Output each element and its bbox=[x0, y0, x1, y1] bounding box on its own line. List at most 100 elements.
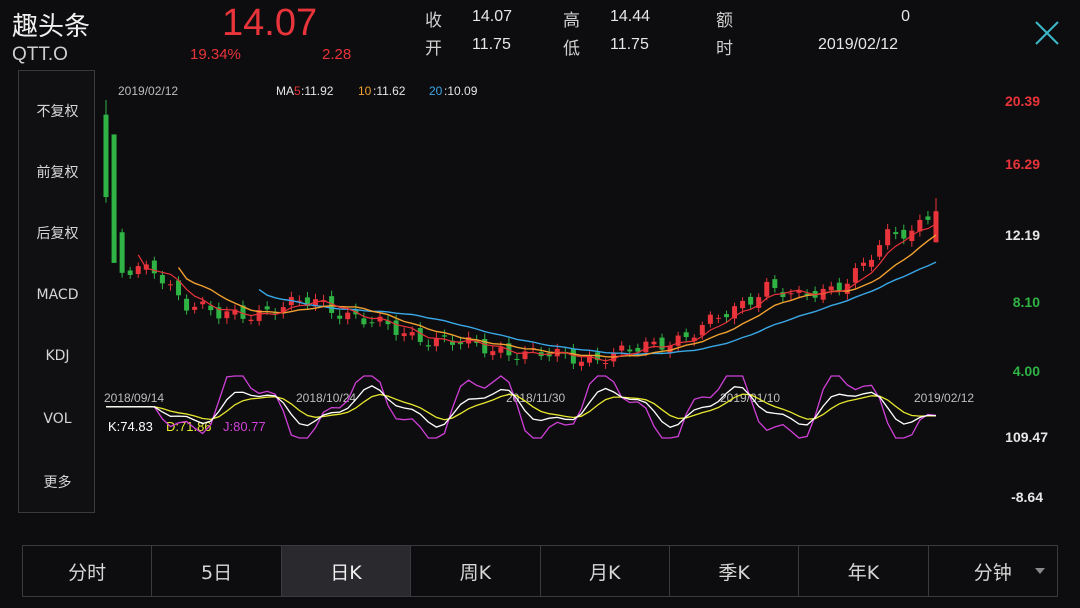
candle-body bbox=[393, 320, 399, 335]
candle-body bbox=[715, 317, 721, 319]
candle-body bbox=[151, 260, 157, 274]
candle-body bbox=[893, 232, 899, 235]
candle-body bbox=[901, 229, 907, 239]
candle-body bbox=[184, 298, 190, 311]
tab-yearly-k[interactable]: 年K bbox=[799, 546, 929, 596]
tab-intraday[interactable]: 分时 bbox=[23, 546, 153, 596]
candle-body bbox=[675, 335, 681, 346]
candle-body bbox=[159, 274, 165, 284]
candle-body bbox=[337, 315, 343, 319]
x-tick-2: 2018/10/24 bbox=[296, 391, 356, 405]
quote-value-high: 14.44 bbox=[610, 8, 651, 25]
y-tick-4: 8.10 bbox=[1013, 294, 1040, 310]
candle-body bbox=[127, 270, 133, 275]
candle-body bbox=[490, 351, 496, 356]
menu-item-more[interactable]: 更多 bbox=[19, 472, 96, 492]
candle-body bbox=[748, 296, 754, 305]
candle-body bbox=[224, 311, 230, 319]
candle-body bbox=[603, 362, 609, 365]
candle-body bbox=[885, 229, 891, 246]
candle-body bbox=[248, 319, 254, 322]
ma20-label: 20 bbox=[429, 84, 443, 98]
candle-body bbox=[417, 328, 423, 342]
candle-body bbox=[192, 306, 198, 310]
candle-body bbox=[925, 216, 931, 220]
candle-body bbox=[441, 335, 447, 337]
menu-item-vol[interactable]: VOL bbox=[19, 411, 96, 427]
kdj-min: -8.64 bbox=[1011, 489, 1043, 505]
kdj-j-label: J:80.77 bbox=[223, 419, 266, 434]
candle-body bbox=[764, 281, 770, 297]
candle-body bbox=[836, 282, 842, 291]
candle-body bbox=[200, 301, 206, 305]
kdj-max: 109.47 bbox=[1005, 429, 1048, 445]
candle-body bbox=[707, 314, 713, 324]
period-tabs: 分时 5日 日K 周K 月K 季K 年K 分钟 bbox=[22, 545, 1058, 597]
candle-body bbox=[788, 293, 794, 295]
candle-body bbox=[877, 245, 883, 257]
menu-item-backward-adjust[interactable]: 后复权 bbox=[19, 223, 96, 243]
candle-body bbox=[828, 286, 834, 291]
tab-5day[interactable]: 5日 bbox=[152, 546, 282, 596]
menu-item-kdj[interactable]: KDJ bbox=[19, 348, 96, 364]
candle-body bbox=[740, 300, 746, 309]
stock-name: 趣头条 bbox=[12, 12, 91, 42]
candle-body bbox=[111, 134, 117, 263]
change-amount: 2.28 bbox=[322, 46, 352, 63]
menu-item-no-adjust[interactable]: 不复权 bbox=[19, 101, 96, 121]
tab-monthly-k[interactable]: 月K bbox=[541, 546, 670, 596]
quote-label-close: 收 bbox=[425, 11, 442, 31]
change-percent: 19.34% bbox=[190, 46, 241, 63]
quote-label-amount: 额 bbox=[716, 11, 733, 31]
candle-body bbox=[635, 347, 641, 352]
stock-code: QTT.O bbox=[12, 44, 68, 65]
candle-body bbox=[619, 345, 625, 351]
menu-item-macd[interactable]: MACD bbox=[19, 287, 96, 303]
tab-minute[interactable]: 分钟 bbox=[929, 546, 1057, 596]
candle-body bbox=[683, 332, 689, 338]
candle-body bbox=[852, 268, 858, 283]
candle-body bbox=[361, 318, 367, 325]
candle-body bbox=[869, 259, 875, 267]
chart-date: 2019/02/12 bbox=[118, 84, 178, 98]
candle-body bbox=[433, 338, 439, 347]
quote-value-low: 11.75 bbox=[610, 36, 649, 53]
chevron-down-icon bbox=[1035, 568, 1045, 574]
candle-body bbox=[369, 322, 375, 324]
candle-body bbox=[933, 211, 939, 243]
candle-body bbox=[498, 347, 504, 353]
quote-label-high: 高 bbox=[563, 11, 580, 31]
kdj-k-label: K:74.83 bbox=[108, 419, 153, 434]
y-tick-2: 16.29 bbox=[1005, 156, 1040, 172]
y-tick-1: 20.39 bbox=[1005, 93, 1040, 109]
candle-body bbox=[425, 345, 431, 347]
menu-item-forward-adjust[interactable]: 前复权 bbox=[19, 162, 96, 182]
close-icon bbox=[1035, 21, 1059, 45]
tab-daily-k[interactable]: 日K bbox=[281, 546, 412, 596]
ma20-value: :10.09 bbox=[444, 84, 478, 98]
candle-body bbox=[167, 284, 173, 286]
candlestick-series bbox=[103, 100, 939, 371]
ma5-value: :11.92 bbox=[301, 84, 334, 98]
tab-quarterly-k[interactable]: 季K bbox=[670, 546, 800, 596]
kline-chart[interactable]: 2019/02/12 MA 5 :11.92 10 :11.62 20 :10.… bbox=[100, 70, 1080, 520]
candle-body bbox=[264, 306, 270, 310]
close-button[interactable] bbox=[1030, 16, 1064, 50]
candle-body bbox=[345, 312, 351, 320]
candle-body bbox=[514, 358, 520, 360]
x-tick-5: 2019/02/12 bbox=[914, 391, 974, 405]
y-tick-3: 12.19 bbox=[1005, 227, 1040, 243]
ma5-label: 5 bbox=[294, 84, 301, 98]
quote-value-time: 2019/02/12 bbox=[818, 36, 899, 53]
quote-label-low: 低 bbox=[563, 39, 580, 59]
indicator-menu: 不复权 前复权 后复权 MACD KDJ VOL 更多 bbox=[18, 70, 95, 513]
tab-weekly-k[interactable]: 周K bbox=[411, 546, 541, 596]
candle-body bbox=[119, 232, 125, 273]
candle-body bbox=[103, 114, 109, 198]
x-tick-1: 2018/09/14 bbox=[104, 391, 164, 405]
quote-label-open: 开 bbox=[425, 39, 442, 59]
candle-body bbox=[409, 332, 415, 336]
ma10-label: 10 bbox=[358, 84, 372, 98]
candle-body bbox=[860, 262, 866, 266]
ma10-value: :11.62 bbox=[373, 84, 406, 98]
